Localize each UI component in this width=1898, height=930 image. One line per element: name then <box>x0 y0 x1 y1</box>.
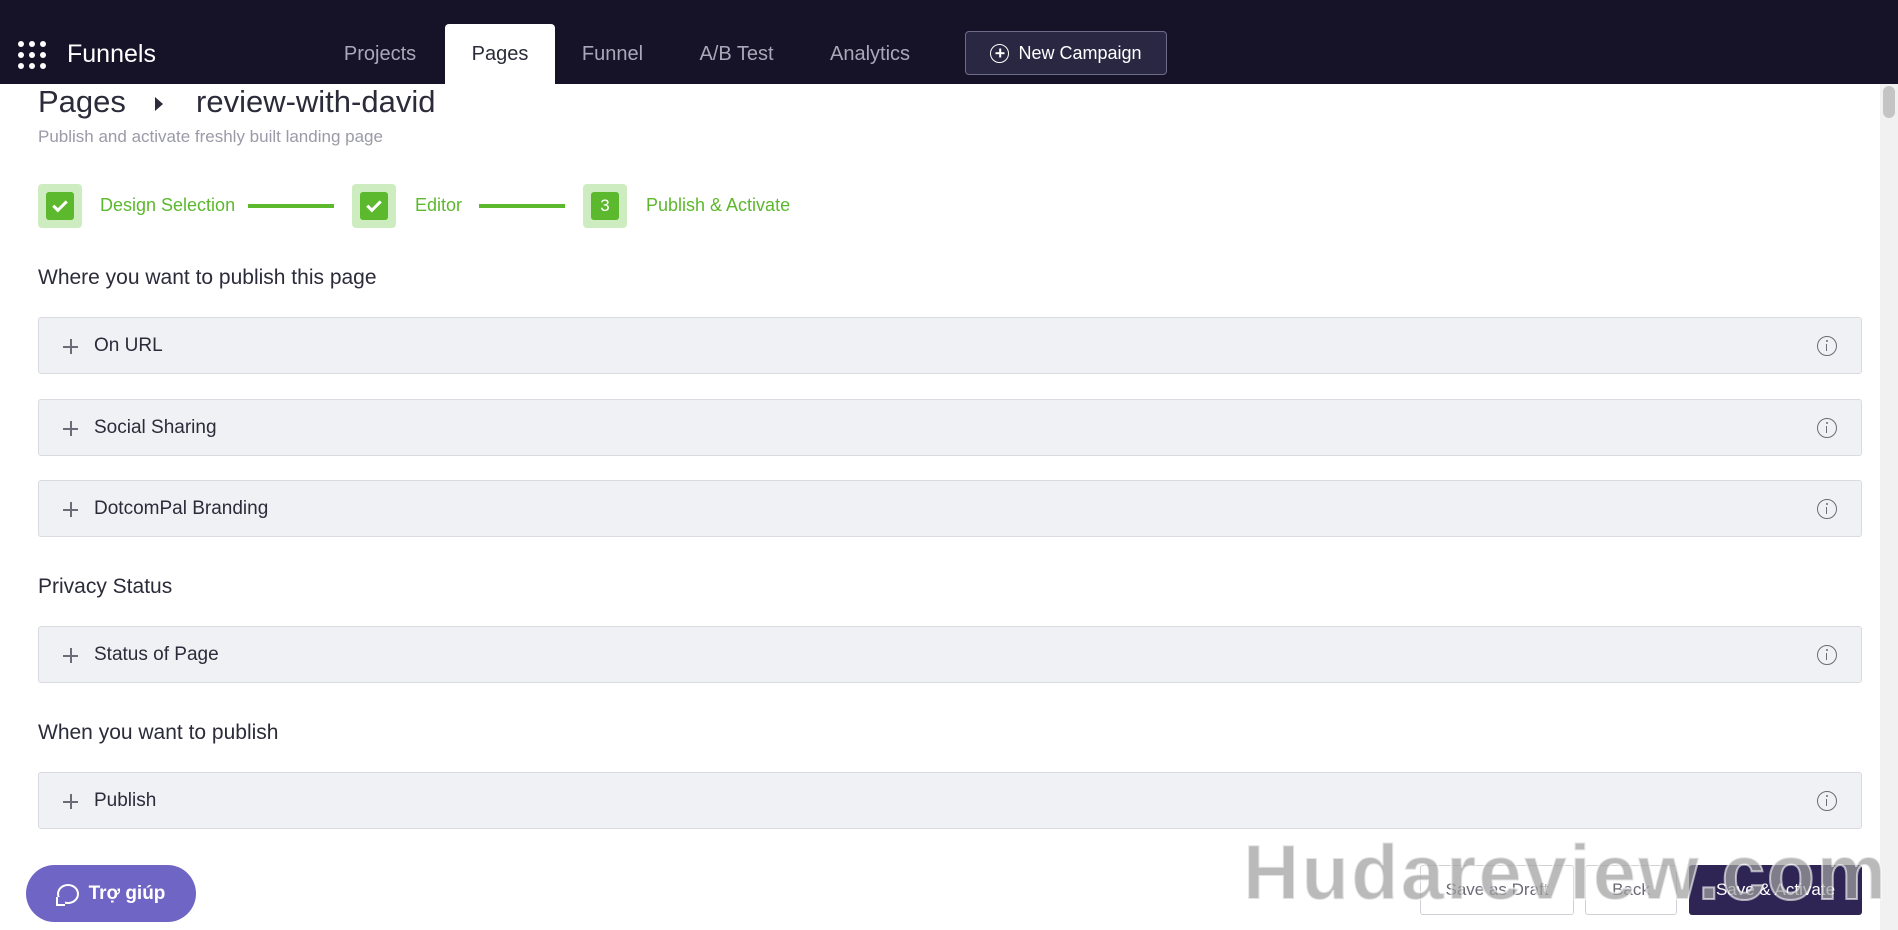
step-1-indicator <box>38 184 82 228</box>
section-title-privacy-status: Privacy Status <box>38 575 173 598</box>
help-button-label: Trợ giúp <box>88 882 166 904</box>
step-3-indicator: 3 <box>583 184 627 228</box>
save-as-draft-button[interactable]: Save as Draft <box>1420 865 1574 915</box>
tab-funnel[interactable]: Funnel <box>570 24 655 84</box>
tab-projects[interactable]: Projects <box>330 24 430 84</box>
apps-grid-icon[interactable] <box>18 41 46 69</box>
panel-label: DotcomPal Branding <box>94 498 269 519</box>
page-subtitle: Publish and activate freshly built landi… <box>38 127 383 146</box>
page-title: review-with-david <box>196 84 436 119</box>
check-icon <box>52 196 68 213</box>
plus-icon <box>63 648 78 663</box>
step-connector <box>248 204 334 208</box>
section-title-publish-time: When you want to publish <box>38 721 279 744</box>
panel-social-sharing[interactable]: Social Sharing <box>38 399 1862 456</box>
info-icon[interactable] <box>1817 791 1837 811</box>
chat-bubble-icon <box>55 883 79 906</box>
tab-ab-test[interactable]: A/B Test <box>685 24 788 84</box>
plus-icon <box>63 794 78 809</box>
step-3-label: Publish & Activate <box>646 195 791 215</box>
panel-label: Publish <box>94 790 157 811</box>
panel-label: On URL <box>94 335 163 356</box>
tab-pages[interactable]: Pages <box>445 24 555 84</box>
app-title: Funnels <box>67 40 156 68</box>
panel-label: Status of Page <box>94 644 219 665</box>
panel-dotcompal-branding[interactable]: DotcomPal Branding <box>38 480 1862 537</box>
scrollbar-thumb[interactable] <box>1883 86 1895 118</box>
info-icon[interactable] <box>1817 645 1837 665</box>
panel-label: Social Sharing <box>94 417 217 438</box>
step-1-label: Design Selection <box>100 195 236 215</box>
plus-circle-icon <box>990 43 1010 63</box>
breadcrumb-arrow-icon <box>155 97 163 111</box>
save-and-activate-button[interactable]: Save & Activate <box>1689 865 1862 915</box>
new-campaign-label: New Campaign <box>1018 42 1142 63</box>
breadcrumb-root[interactable]: Pages <box>38 84 126 120</box>
plus-icon <box>63 339 78 354</box>
step-connector <box>479 204 565 208</box>
back-button[interactable]: Back <box>1585 865 1677 915</box>
panel-publish[interactable]: Publish <box>38 772 1862 829</box>
plus-icon <box>63 421 78 436</box>
plus-icon <box>63 502 78 517</box>
step-3-number: 3 <box>591 192 619 220</box>
top-navigation-bar: Funnels Projects Pages Funnel A/B Test A… <box>0 0 1898 84</box>
step-2-label: Editor <box>415 195 463 215</box>
check-icon <box>366 196 382 213</box>
info-icon[interactable] <box>1817 336 1837 356</box>
new-campaign-button[interactable]: New Campaign <box>965 31 1167 75</box>
info-icon[interactable] <box>1817 418 1837 438</box>
section-title-publish-location: Where you want to publish this page <box>38 266 377 289</box>
help-chat-button[interactable]: Trợ giúp <box>26 865 196 922</box>
info-icon[interactable] <box>1817 499 1837 519</box>
page-scrollbar[interactable] <box>1880 84 1898 930</box>
panel-status-of-page[interactable]: Status of Page <box>38 626 1862 683</box>
tab-analytics[interactable]: Analytics <box>818 24 922 84</box>
step-2-indicator <box>352 184 396 228</box>
panel-on-url[interactable]: On URL <box>38 317 1862 374</box>
